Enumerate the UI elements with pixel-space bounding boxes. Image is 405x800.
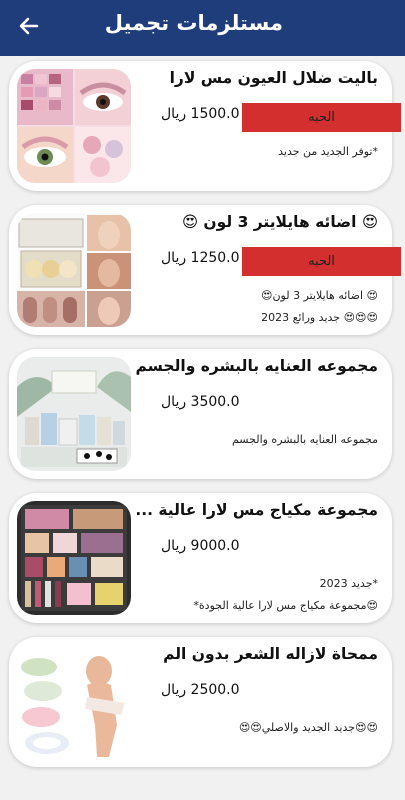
product-price: 1250.0 ريال bbox=[161, 250, 240, 266]
product-price: 2500.0 ريال bbox=[161, 682, 240, 698]
product-description: *جديد 2023 bbox=[319, 577, 378, 590]
product-image bbox=[17, 645, 131, 759]
product-name: ممحاة لازاله الشعر بدون الم bbox=[163, 645, 378, 663]
page-title: مستلزمات تجميل bbox=[104, 11, 283, 35]
product-price: 9000.0 ريال bbox=[161, 538, 240, 554]
product-image bbox=[17, 357, 131, 471]
product-card[interactable]: 😍 اضائه هايلايتر 3 لون 😍 الحبه 1250.0 ري… bbox=[9, 205, 401, 335]
product-card[interactable]: ممحاة لازاله الشعر بدون الم 2500.0 ريال … bbox=[9, 637, 392, 767]
product-description: 😍😍😍 جديد ورائع 2023 bbox=[261, 311, 378, 324]
product-card[interactable]: مجموعه العنايه بالبشره والجسم 3500.0 ريا… bbox=[9, 349, 392, 479]
product-name: باليت ضلال العيون مس لارا bbox=[169, 69, 378, 87]
back-arrow-icon[interactable] bbox=[15, 12, 43, 40]
product-name: مجموعه العنايه بالبشره والجسم bbox=[135, 357, 378, 375]
product-card[interactable]: باليت ضلال العيون مس لارا الحبه 1500.0 ر… bbox=[9, 61, 401, 191]
product-card[interactable]: مجموعة مكياج مس لارا عالية ... 9000.0 ري… bbox=[9, 493, 392, 623]
product-price: 1500.0 ريال bbox=[161, 106, 240, 122]
product-description: *توفر الجديد من جديد bbox=[278, 145, 378, 158]
app-bar: مستلزمات تجميل bbox=[0, 0, 405, 56]
product-name: مجموعة مكياج مس لارا عالية ... bbox=[135, 501, 378, 519]
status-badge: الحبه bbox=[242, 247, 401, 276]
status-badge: الحبه bbox=[242, 103, 401, 132]
product-description: 😍😍جديد الجديد والاصلي😍😍 bbox=[238, 721, 378, 734]
product-image bbox=[17, 501, 131, 615]
product-image bbox=[17, 213, 131, 327]
product-image bbox=[17, 69, 131, 183]
product-description: 😍 اضائه هايلايتر 3 لون😍 bbox=[261, 289, 378, 302]
product-name: 😍 اضائه هايلايتر 3 لون 😍 bbox=[181, 213, 378, 231]
product-description: مجموعه العنايه بالبشره والجسم bbox=[231, 433, 378, 446]
product-description: 😍مجموعة مكياج مس لارا عالية الجودة* bbox=[193, 599, 378, 612]
product-price: 3500.0 ريال bbox=[161, 394, 240, 410]
